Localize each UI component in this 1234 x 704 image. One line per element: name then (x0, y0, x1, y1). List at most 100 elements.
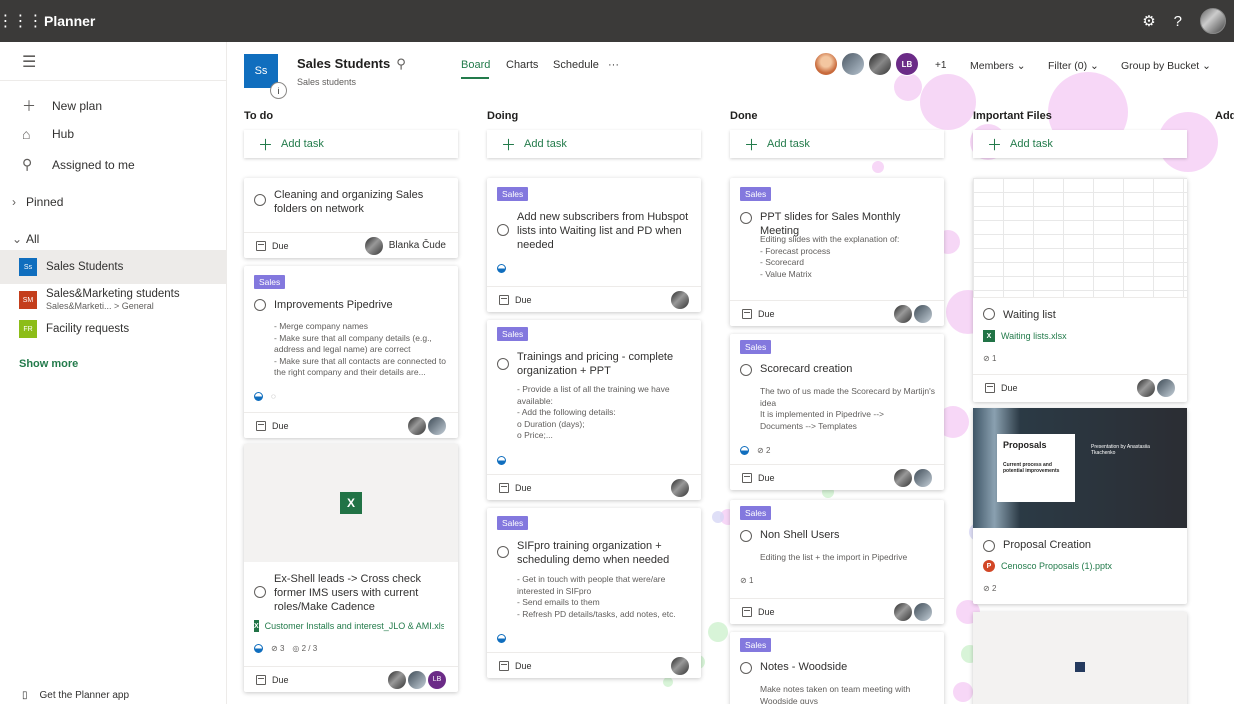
task-card[interactable]: Sales Non Shell Users Editing the list +… (730, 500, 944, 624)
task-card[interactable]: Sales Notes - Woodside Make notes taken … (730, 632, 944, 704)
task-card[interactable]: Sales Improvements Pipedrive - Merge com… (244, 266, 458, 438)
bucket-title[interactable]: Done (730, 110, 944, 122)
avatar (671, 290, 689, 309)
nav-assigned-to-me[interactable]: ⚲ Assigned to me (22, 156, 135, 173)
due-date: Due (256, 240, 289, 251)
tab-charts[interactable]: Charts (506, 59, 538, 71)
complete-checkbox[interactable] (983, 540, 995, 552)
add-task-button[interactable]: ＋ Add task (730, 130, 944, 158)
calendar-icon (256, 420, 266, 431)
tab-schedule[interactable]: Schedule (553, 59, 599, 71)
tab-board[interactable]: Board (461, 59, 490, 71)
avatar (914, 468, 932, 487)
bucket-title[interactable]: To do (244, 110, 458, 122)
gear-icon[interactable]: ⚙ (1142, 12, 1155, 30)
avatar: LB (428, 670, 446, 689)
task-card[interactable]: Sales SIFpro training organization + sch… (487, 508, 701, 678)
attachment-link[interactable]: X Customer Installs and interest_JLO & AM… (254, 620, 444, 632)
attachment-preview[interactable]: X (244, 444, 458, 562)
plus-icon: ＋ (987, 136, 1003, 154)
complete-checkbox[interactable] (983, 308, 995, 320)
get-app-link[interactable]: ▯ Get the Planner app (22, 690, 129, 701)
label-sales: Sales (497, 327, 529, 341)
plan-item-sales-students[interactable]: Ss Sales Students (0, 250, 227, 284)
calendar-icon (742, 606, 752, 617)
calendar-icon (499, 482, 509, 493)
active-tab-indicator (461, 77, 489, 79)
user-avatar[interactable] (1200, 8, 1226, 34)
avatar (408, 670, 426, 689)
due-date: Due (742, 606, 775, 617)
plan-item-facility-requests[interactable]: FR Facility requests (0, 312, 227, 346)
complete-checkbox[interactable] (740, 212, 752, 224)
label-sales: Sales (740, 506, 772, 520)
nav-hub[interactable]: ⌂ Hub (22, 126, 74, 142)
avatar (364, 236, 383, 255)
add-task-button[interactable]: ＋ Add task (973, 130, 1187, 158)
attachment-preview[interactable] (973, 612, 1187, 704)
complete-checkbox[interactable] (497, 224, 509, 236)
complete-checkbox[interactable] (740, 364, 752, 376)
home-icon: ⌂ (22, 126, 31, 142)
show-more-link[interactable]: Show more (19, 358, 78, 370)
more-members-count[interactable]: +1 (935, 60, 946, 71)
task-card[interactable]: Sales Trainings and pricing - complete o… (487, 320, 701, 500)
hamburger-icon[interactable]: ☰ (22, 52, 36, 72)
avatar[interactable] (814, 52, 838, 76)
attachment-link[interactable]: X Waiting lists.xlsx (983, 330, 1173, 342)
task-card[interactable]: Cleaning and organizing Sales folders on… (244, 178, 458, 258)
attachment-preview[interactable] (973, 178, 1187, 298)
bucket-title[interactable]: Doing (487, 110, 701, 122)
help-icon[interactable]: ? (1174, 13, 1182, 30)
nav-new-plan[interactable]: ＋ New plan (22, 96, 102, 116)
avatar (428, 416, 446, 435)
task-title: Waiting list (1003, 309, 1056, 321)
task-card[interactable] (973, 612, 1187, 704)
complete-checkbox[interactable] (497, 546, 509, 558)
task-description: Editing slides with the explanation of: … (760, 234, 900, 279)
all-section[interactable]: ⌄ All (12, 232, 39, 246)
member-avatars[interactable]: LB (814, 52, 919, 76)
task-card[interactable]: Sales PPT slides for Sales Monthly Meeti… (730, 178, 944, 326)
avatar[interactable] (841, 52, 865, 76)
due-date: Due (742, 308, 775, 319)
calendar-icon (985, 382, 995, 393)
complete-checkbox[interactable] (254, 194, 266, 206)
more-tabs-button[interactable]: ··· (608, 59, 619, 71)
complete-checkbox[interactable] (740, 662, 752, 674)
task-card[interactable]: Waiting list X Waiting lists.xlsx ⊘ 1 Due (973, 178, 1187, 402)
task-title: Notes - Woodside (760, 661, 848, 673)
filter-button[interactable]: Filter (0) ⌄ (1048, 60, 1099, 72)
task-card[interactable]: Sales Add new subscribers from Hubspot l… (487, 178, 701, 312)
avatar[interactable] (868, 52, 892, 76)
pin-icon[interactable]: ⚲ (396, 56, 406, 71)
complete-checkbox[interactable] (254, 586, 266, 598)
avatar (388, 670, 406, 689)
chevron-down-icon: ⌄ (1090, 60, 1099, 72)
complete-checkbox[interactable] (254, 299, 266, 311)
task-card[interactable]: Sales Scorecard creation The two of us m… (730, 334, 944, 490)
app-name[interactable]: Planner (44, 13, 95, 29)
group-by-button[interactable]: Group by Bucket ⌄ (1121, 60, 1211, 72)
paperclip-icon: ⊘ 1 (983, 354, 997, 363)
label-sales: Sales (740, 638, 772, 652)
attachment-preview[interactable]: Proposals Current process and potential … (973, 408, 1187, 528)
app-launcher-icon[interactable]: ⋮⋮⋮ (0, 0, 44, 42)
task-card[interactable]: Proposals Current process and potential … (973, 408, 1187, 604)
bucket-title[interactable]: Important Files (973, 110, 1187, 122)
calendar-icon (742, 308, 752, 319)
chevron-down-icon: ⌄ (12, 232, 23, 246)
avatar[interactable]: LB (895, 52, 919, 76)
plan-title: Sales Students ⚲ (297, 56, 406, 71)
attachment-link[interactable]: P Cenosco Proposals (1).pptx (983, 560, 1173, 572)
complete-checkbox[interactable] (497, 358, 509, 370)
members-button[interactable]: Members ⌄ (970, 60, 1026, 72)
complete-checkbox[interactable] (740, 530, 752, 542)
task-card[interactable]: X Ex-Shell leads -> Cross check former I… (244, 444, 458, 692)
info-icon[interactable]: i (270, 82, 287, 99)
add-task-button[interactable]: ＋ Add task (244, 130, 458, 158)
plus-icon: ＋ (744, 136, 760, 154)
add-bucket-label[interactable]: Add (1215, 110, 1234, 122)
add-task-button[interactable]: ＋ Add task (487, 130, 701, 158)
pinned-section[interactable]: › Pinned (12, 195, 63, 209)
